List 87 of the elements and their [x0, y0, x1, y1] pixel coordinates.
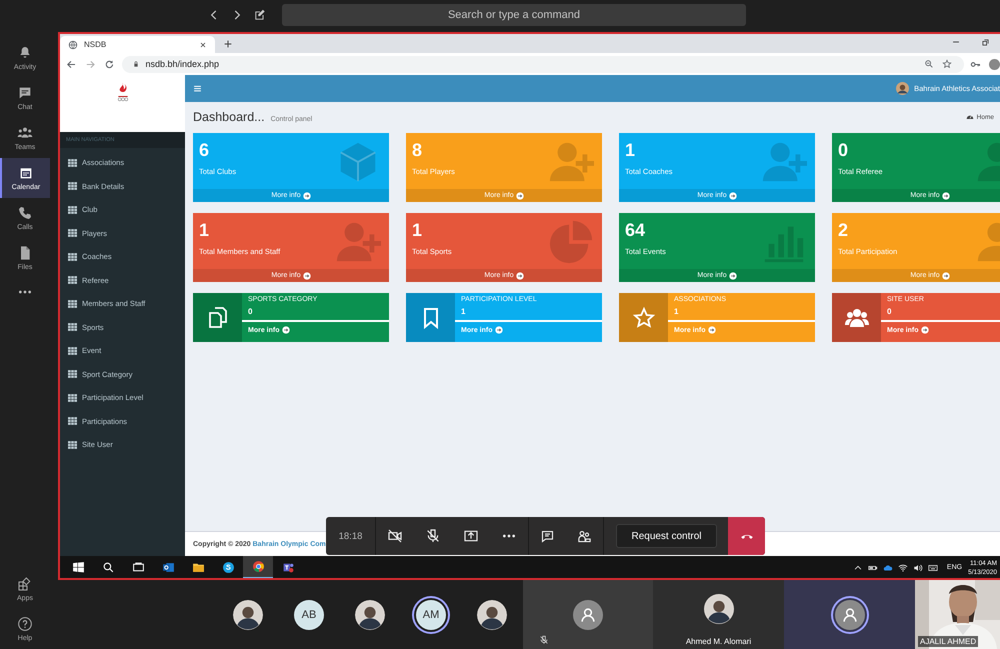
mail-app-icon[interactable] [162, 561, 174, 574]
reload-icon[interactable] [104, 58, 114, 70]
arrow-circle-icon [728, 272, 737, 280]
stat-value: 1 [199, 220, 210, 242]
participant-name: Ahmed M. Alomari [684, 637, 752, 646]
pie-chart-icon [548, 219, 594, 265]
grid-icon [68, 206, 77, 214]
request-control-button[interactable]: Request control [616, 524, 717, 548]
stat-value: 8 [412, 140, 422, 162]
person-avatar [704, 594, 734, 624]
dashboard-icon [966, 113, 974, 121]
stat-value: 1 [412, 220, 422, 242]
stat-value: 2 [838, 220, 848, 242]
star-icon[interactable] [942, 59, 952, 69]
speaker-icon[interactable] [912, 562, 923, 572]
share-screen-icon[interactable] [463, 528, 479, 544]
participant-name: AJALIL AHMED [918, 636, 978, 647]
grid-icon [68, 229, 77, 238]
grid-icon [68, 394, 77, 402]
help-icon [17, 616, 33, 632]
info-value: 1 [674, 307, 680, 316]
close-icon[interactable] [199, 40, 207, 48]
search-field[interactable]: Search or type a command [282, 4, 746, 26]
back-arrow-icon[interactable] [66, 58, 77, 70]
user-avatar[interactable] [896, 82, 910, 95]
task-view-icon[interactable] [132, 561, 144, 574]
participants-icon[interactable] [577, 528, 592, 544]
grid-icon [68, 440, 77, 449]
grid-icon [68, 276, 77, 284]
grid-icon [68, 158, 77, 167]
new-tab-icon[interactable] [223, 39, 233, 49]
page-title: Dashboard... [193, 110, 265, 124]
grid-icon [68, 370, 77, 378]
globe-icon [68, 40, 78, 50]
arrow-circle-icon [942, 272, 950, 280]
arrow-circle-icon [516, 272, 524, 280]
stat-value: 64 [625, 220, 646, 242]
phone-icon [17, 205, 33, 221]
arrow-circle-icon [516, 192, 524, 200]
skype-icon[interactable] [222, 561, 234, 574]
arrow-circle-icon [302, 272, 311, 280]
arrow-circle-icon [494, 326, 502, 334]
start-icon[interactable] [72, 561, 84, 574]
folder-icon[interactable] [192, 561, 204, 574]
teams-app-icon[interactable] [282, 561, 294, 574]
chat-icon [17, 85, 33, 101]
grid-icon [68, 417, 77, 426]
arrow-circle-icon [282, 326, 290, 334]
grid-icon [68, 323, 77, 332]
tab-title: NSDB [84, 40, 108, 49]
arrow-circle-icon [920, 326, 928, 334]
arrow-circle-icon [302, 192, 311, 200]
cloud-icon[interactable] [882, 562, 893, 572]
info-value: 1 [461, 307, 466, 316]
grid-icon [68, 346, 77, 355]
stat-value: 1 [625, 140, 636, 162]
profile-avatar[interactable] [989, 58, 1000, 70]
arrow-circle-icon [728, 192, 737, 200]
chat-icon[interactable] [540, 528, 555, 544]
search-icon[interactable] [102, 561, 114, 574]
menu-icon[interactable] [193, 84, 202, 93]
info-value: 0 [248, 307, 254, 316]
wifi-icon[interactable] [898, 562, 908, 572]
address-field[interactable]: nsdb.bh/index.php [122, 56, 964, 72]
grid-icon [68, 300, 77, 308]
apps-icon [17, 576, 33, 592]
info-value: 0 [887, 307, 892, 316]
url-text: nsdb.bh/index.php [145, 59, 220, 69]
camera-off-icon[interactable] [387, 528, 403, 544]
browser-tab[interactable]: NSDB [60, 36, 215, 53]
restore-icon[interactable] [981, 38, 990, 47]
call-duration: 18:18 [338, 530, 364, 542]
stat-value: 0 [838, 140, 848, 162]
keyboard-icon[interactable] [928, 562, 938, 572]
grid-icon [68, 182, 77, 190]
arrow-circle-icon [708, 326, 716, 334]
zoom-icon[interactable] [924, 59, 934, 69]
arrow-circle-icon [942, 192, 950, 200]
stat-value: 6 [199, 140, 210, 162]
star-icon [632, 306, 656, 330]
participant-avatar[interactable]: AM [416, 600, 446, 630]
lock-icon [132, 60, 140, 68]
compose-icon[interactable] [253, 8, 267, 22]
grid-icon [68, 252, 77, 261]
mic-off-icon[interactable] [425, 528, 441, 544]
participant-avatar[interactable]: AB [294, 600, 324, 630]
browser-icon[interactable] [252, 560, 264, 573]
